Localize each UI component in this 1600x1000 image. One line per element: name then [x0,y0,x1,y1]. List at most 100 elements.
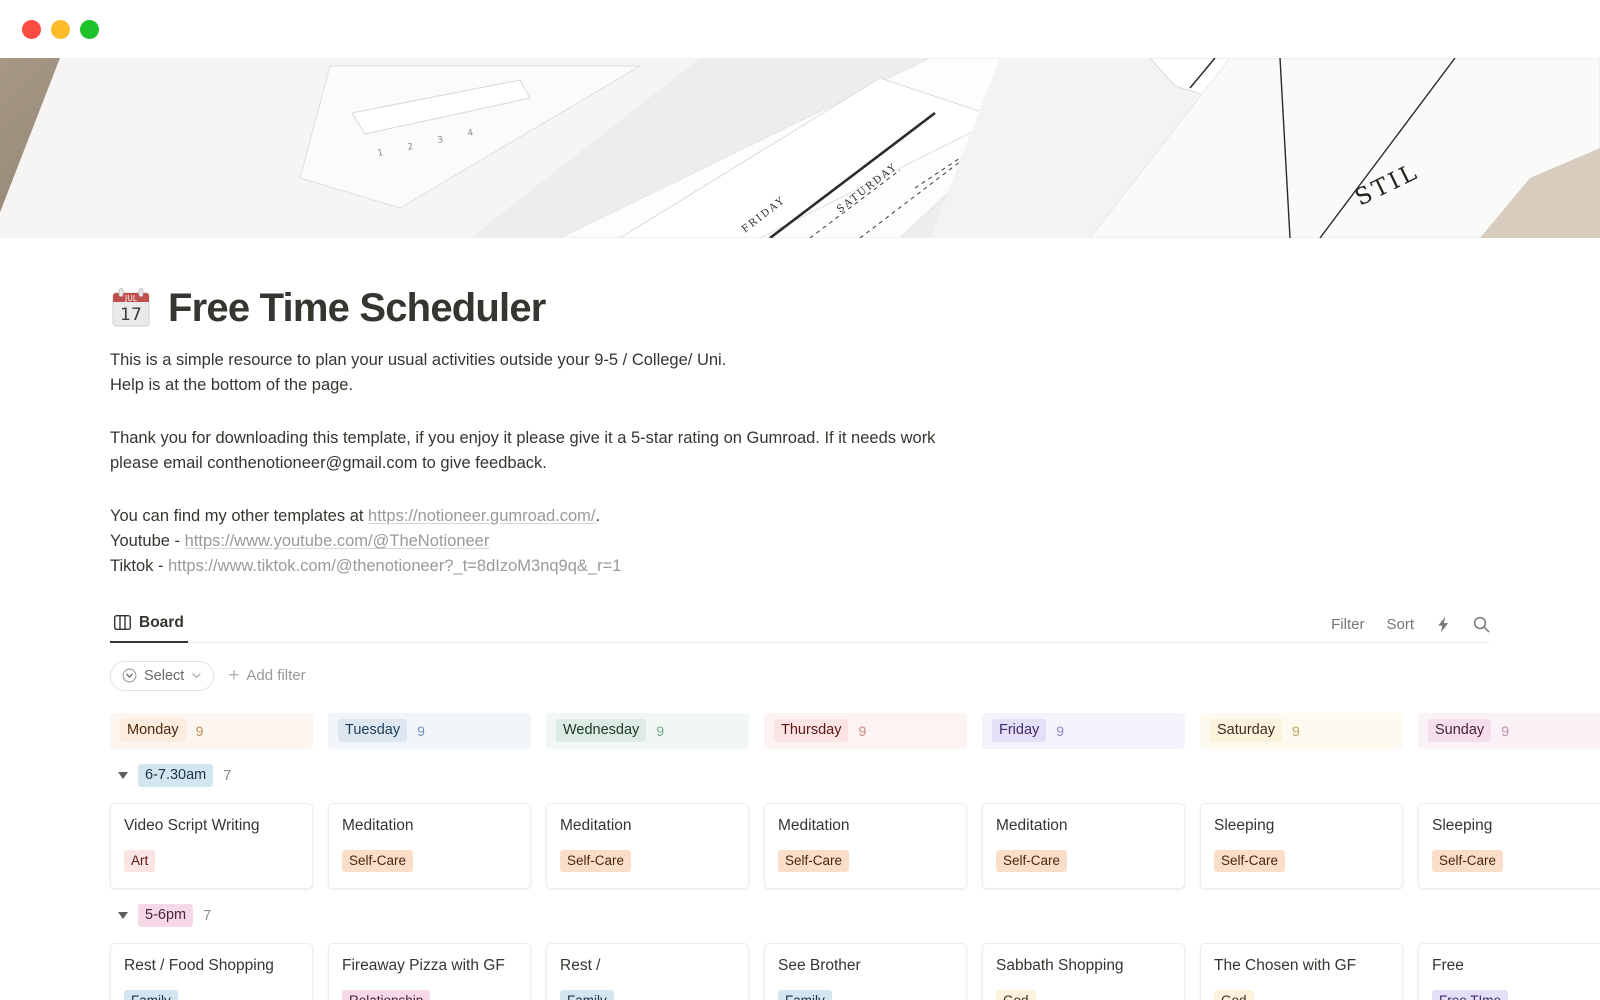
board-view: Monday 9 Tuesday 9 Wednesday 9 Thursday 9 Friday… [110,712,1600,1000]
cover-illustration: 1 2 3 4 FRIDAY SATURDAY STIL [0,58,1600,238]
sort-button[interactable]: Sort [1386,616,1414,633]
board-card[interactable]: Sabbath Shopping God [982,942,1185,1000]
board-cards-row: Video Script Writing Art Meditation Self-Ca… [110,802,1600,889]
column-count: 9 [1501,722,1509,739]
card-category-tag: Relationship [342,989,431,1000]
calendar-icon-glyph: JUL 17 [112,288,150,327]
board-card[interactable]: Meditation Self-Care [982,802,1185,889]
board-card[interactable]: Rest / Food Shopping Family [110,942,313,1000]
search-icon-glyph [1473,616,1490,632]
board-column-header[interactable]: Friday 9 [982,712,1185,749]
templates-suffix: . [595,507,601,526]
page-body: JUL 17 Free Time Scheduler This is a sim… [0,286,1600,1000]
templates-line: You can find my other templates at https… [110,504,1600,529]
board-column-header[interactable]: Tuesday 9 [328,712,531,749]
card-category-tag: Self-Care [1214,849,1286,873]
board-groups: 6-7.30am 7 Video Script Writing Art Meditati… [110,763,1600,1000]
database-view-toolbar: Board Filter Sort [110,614,1490,643]
thanks-paragraph: Thank you for downloading this template,… [110,426,1600,476]
card-title: Video Script Writing [124,816,260,834]
youtube-link[interactable]: https://www.youtube.com/@TheNotioneer [185,532,490,550]
card-title: See Brother [778,956,861,974]
group-header[interactable]: 5-6pm 7 [110,903,1600,929]
collapse-caret-icon[interactable] [118,912,128,920]
group-header[interactable]: 6-7.30am 7 [110,763,1600,789]
board-card[interactable]: Free Free TIme [1418,942,1600,1000]
add-filter-button[interactable]: + Add filter [228,666,305,685]
calendar-month-text: JUL [124,294,138,303]
gumroad-link[interactable]: https://notioneer.gumroad.com/ [368,507,595,525]
column-label-tag: Sunday [1428,718,1492,743]
tab-board-label: Board [139,613,184,631]
board-column-header[interactable]: Monday 9 [110,712,313,749]
card-category-tag: Free TIme [1432,989,1509,1000]
templates-prefix: You can find my other templates at [110,507,369,526]
board-card[interactable]: Sleeping Self-Care [1200,802,1403,889]
column-count: 9 [1056,722,1065,739]
intro-line-2: Help is at the bottom of the page. [110,376,354,395]
board-card[interactable]: See Brother Family [764,942,967,1000]
card-category-tag: Art [124,849,156,873]
tiktok-prefix: Tiktok - [110,557,169,576]
card-title: Meditation [778,816,850,834]
card-category-tag: Self-Care [1432,849,1504,873]
traffic-light-buttons [22,19,99,39]
board-column-header[interactable]: Thursday 9 [764,712,967,749]
close-button[interactable] [22,19,41,39]
circle-chevron-down-icon [122,668,137,683]
tab-board[interactable]: Board [110,614,188,643]
card-category-tag: God [1214,989,1254,1000]
column-label-tag: Thursday [774,718,849,743]
filter-button[interactable]: Filter [1331,616,1364,633]
calendar-icon[interactable]: JUL 17 [110,287,152,329]
board-cards-row: Rest / Food Shopping Family Fireaway Pizza… [110,942,1600,1000]
filter-row: Select + Add filter [110,660,1600,691]
plus-icon: + [228,665,240,687]
card-category-tag: Self-Care [996,849,1068,873]
youtube-prefix: Youtube - [110,532,185,551]
column-label-tag: Monday [120,718,186,743]
board-card[interactable]: Fireaway Pizza with GF Relationship [328,942,531,1000]
card-category-tag: Self-Care [560,849,632,873]
thanks-line-2: please email conthenotioneer@gmail.com t… [110,454,547,473]
collapse-caret-icon[interactable] [118,772,128,780]
links-paragraph: You can find my other templates at https… [110,504,1600,579]
board-column-header[interactable]: Wednesday 9 [546,712,749,749]
zoom-button[interactable] [80,19,99,39]
calendar-day-text: 17 [120,305,142,325]
search-icon[interactable] [1473,616,1490,633]
minimize-button[interactable] [51,19,70,39]
lightning-icon[interactable] [1436,616,1451,633]
card-title: Fireaway Pizza with GF [342,956,505,974]
column-label-tag: Tuesday [338,718,408,743]
board-card[interactable]: Meditation Self-Care [546,802,749,889]
card-title: Sabbath Shopping [996,956,1124,974]
board-column-header[interactable]: Sunday 9 [1418,712,1600,749]
card-title: Meditation [560,816,632,834]
add-filter-label: Add filter [246,667,306,685]
card-category-tag: Family [124,989,178,1000]
lightning-icon-glyph [1438,616,1449,632]
select-filter-chip[interactable]: Select [110,660,215,691]
card-category-tag: God [996,989,1036,1000]
board-column-header[interactable]: Saturday 9 [1200,712,1403,749]
card-title: Rest / [560,956,601,974]
youtube-line: Youtube - https://www.youtube.com/@TheNo… [110,529,1600,554]
column-count: 9 [656,722,665,739]
view-actions: Filter Sort [1331,616,1490,642]
view-tabs: Board [110,614,188,643]
board-card[interactable]: Meditation Self-Care [328,802,531,889]
board-card[interactable]: Sleeping Self-Care [1418,802,1600,889]
board-card[interactable]: The Chosen with GF God [1200,942,1403,1000]
board-card[interactable]: Rest / Family [546,942,749,1000]
chevron-down-icon [192,673,201,679]
tiktok-link[interactable]: https://www.tiktok.com/@thenotioneer?_t=… [168,557,621,575]
tiktok-line: Tiktok - https://www.tiktok.com/@thenoti… [110,554,1600,579]
group-label-tag: 6-7.30am [138,763,214,788]
column-label-tag: Saturday [1210,718,1283,743]
cover-photo[interactable]: 1 2 3 4 FRIDAY SATURDAY STIL [0,58,1600,238]
board-card[interactable]: Meditation Self-Care [764,802,967,889]
column-label-tag: Wednesday [556,718,647,743]
board-card[interactable]: Video Script Writing Art [110,802,313,889]
card-category-tag: Family [778,989,832,1000]
